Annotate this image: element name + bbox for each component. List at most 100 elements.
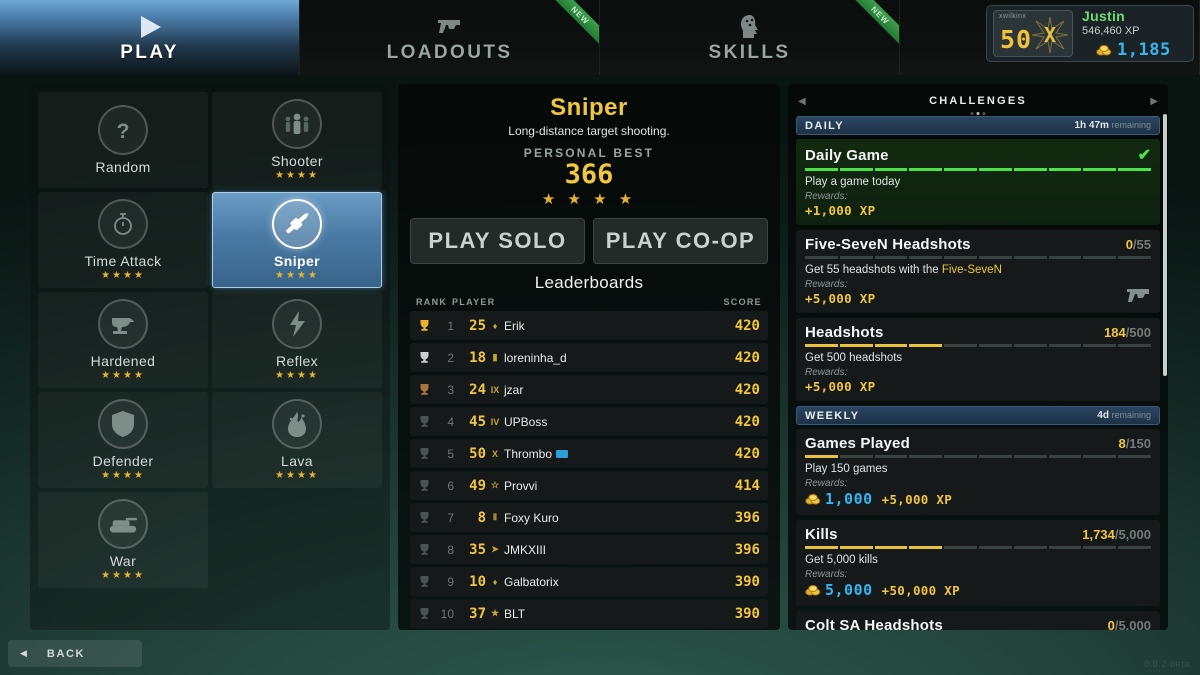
table-row[interactable]: 7 8 Ⅱ Foxy Kuro 396 — [410, 503, 768, 532]
nav-tab-play[interactable]: PLAY — [0, 0, 300, 75]
country-flag-icon — [556, 449, 569, 458]
table-row[interactable]: 2 18 ▮ loreninha_d 420 — [410, 343, 768, 372]
row-player-name: Foxy Kuro — [504, 511, 735, 525]
table-row[interactable]: 5 50 X Thrombo 420 — [410, 439, 768, 468]
challenge-card[interactable]: Daily Game ✔ Play a game today Rewards: +1,0… — [796, 139, 1160, 225]
game-mode-stars: ★★★★ — [275, 170, 319, 181]
player-profile-badge[interactable]: xwilkinx 50 X Justin 546,460 XP 1,185 — [986, 5, 1194, 62]
row-score: 390 — [734, 573, 760, 590]
challenge-card[interactable]: Headshots 184/500 Get 500 headshots Rewards… — [796, 318, 1160, 401]
play-triangle-icon — [133, 12, 167, 40]
row-score: 420 — [734, 445, 760, 462]
challenges-header: ◀ CHALLENGES ▶ — [796, 90, 1160, 115]
question-mark-icon: ? — [98, 104, 148, 155]
row-score: 420 — [734, 413, 760, 430]
table-row[interactable]: 1 25 ♦ Erik 420 — [410, 311, 768, 340]
game-mode-sniper[interactable]: Sniper ★★★★ — [212, 192, 382, 288]
prev-page-arrow-icon[interactable]: ◀ — [798, 96, 806, 107]
row-rank: 1 — [447, 318, 454, 333]
time-value: 1h 47m — [1074, 120, 1109, 131]
rewards-label: Rewards: — [805, 367, 848, 378]
game-mode-reflex[interactable]: Reflex ★★★★ — [212, 292, 382, 388]
rewards-row: +5,000 XP — [805, 379, 1151, 394]
rewards-label: Rewards: — [805, 569, 848, 580]
description-text: Get 55 headshots with the — [805, 264, 942, 276]
game-mode-label: Reflex — [275, 353, 319, 369]
lightning-bolt-icon — [272, 299, 322, 349]
trophy-icon — [418, 383, 433, 396]
row-level: 35 — [469, 541, 486, 558]
game-mode-label: War — [109, 553, 137, 569]
nav-tab-skills[interactable]: NEW SKILLS — [600, 0, 900, 75]
table-row[interactable]: 9 10 ♦ Galbatorix 390 — [410, 567, 768, 596]
nav-tab-label: PLAY — [120, 41, 179, 63]
trophy-icon — [418, 575, 433, 588]
row-rank: 2 — [447, 350, 454, 365]
challenge-card[interactable]: Kills 1,734/5,000 Get 5,000 kills Rewards: 5… — [796, 520, 1160, 606]
game-mode-label: Hardened — [90, 353, 156, 369]
nav-tab-loadouts[interactable]: NEW LOADOUTS — [300, 0, 600, 75]
game-mode-defender[interactable]: Defender ★★★★ — [38, 392, 208, 488]
row-rank: 6 — [447, 478, 454, 493]
row-rank: 4 — [447, 414, 454, 429]
challenges-scrollbar[interactable] — [1163, 114, 1167, 376]
row-level: 18 — [469, 349, 486, 366]
challenge-progress: 0/55 — [1126, 237, 1151, 252]
reward-xp: +5,000 XP — [805, 291, 876, 306]
row-badge-icon: ➤ — [491, 544, 499, 554]
challenge-description: Play a game today — [805, 176, 1151, 188]
progress-total: /150 — [1125, 436, 1151, 451]
time-suffix: remaining — [1111, 120, 1151, 130]
back-label: BACK — [46, 647, 86, 660]
rewards-label: Rewards: — [805, 478, 848, 489]
row-player-name: Erik — [504, 319, 735, 333]
progress-bar — [805, 168, 1151, 171]
game-mode-shooter[interactable]: Shooter ★★★★ — [212, 92, 382, 188]
progress-bar — [805, 455, 1151, 458]
game-mode-label: Defender — [92, 453, 154, 469]
game-mode-lava[interactable]: Lava ★★★★ — [212, 392, 382, 488]
game-mode-war[interactable]: War ★★★★ — [38, 492, 208, 588]
challenge-progress: 1,734/5,000 — [1082, 527, 1151, 542]
progress-total: /500 — [1125, 325, 1151, 340]
progress-bar — [805, 344, 1151, 347]
pistol-icon — [1124, 281, 1154, 309]
row-player-name: Thrombo — [504, 447, 735, 461]
play-coop-button[interactable]: PLAY CO-OP — [593, 218, 768, 264]
player-name-text: Foxy Kuro — [504, 510, 559, 525]
reward-coins-amount: 1,000 — [825, 490, 873, 508]
table-row[interactable]: 4 45 IV UPBoss 420 — [410, 407, 768, 436]
game-mode-time-attack[interactable]: Time Attack ★★★★ — [38, 192, 208, 288]
play-solo-button[interactable]: PLAY SOLO — [410, 218, 585, 264]
player-name-text: Thrombo — [504, 446, 553, 461]
reward-coins: 1,000 — [805, 490, 873, 508]
challenge-card[interactable]: Colt SA Headshots0/5,000Get 5,000 headsh… — [796, 611, 1160, 630]
row-level: 25 — [469, 317, 486, 334]
row-rank: 10 — [440, 606, 454, 621]
game-mode-hardened[interactable]: Hardened ★★★★ — [38, 292, 208, 388]
back-arrow-icon: ◀ — [20, 648, 27, 658]
table-row[interactable]: 10 37 ★ BLT 390 — [410, 599, 768, 628]
row-score: 396 — [734, 541, 760, 558]
challenge-progress: 184/500 — [1104, 325, 1151, 340]
lava-splash-icon — [272, 399, 322, 449]
game-mode-label: Time Attack — [84, 253, 162, 269]
game-mode-random[interactable]: ? Random — [38, 92, 208, 188]
row-score: 414 — [734, 477, 760, 494]
challenge-card[interactable]: Games Played 8/150 Play 150 games Rewards: 1… — [796, 429, 1160, 515]
column-player: PLAYER — [452, 297, 496, 307]
row-level: 24 — [469, 381, 486, 398]
challenge-card[interactable]: Five-SeveN Headshots 0/55 Get 55 headshots… — [796, 230, 1160, 313]
back-button[interactable]: ◀ BACK — [8, 640, 142, 667]
challenges-title: CHALLENGES — [929, 95, 1027, 107]
game-mode-stars: ★★★★ — [101, 570, 145, 581]
table-row[interactable]: 6 49 ☆ Provvi 414 — [410, 471, 768, 500]
next-page-arrow-icon[interactable]: ▶ — [1150, 96, 1158, 107]
challenge-description: Get 5,000 kills — [805, 554, 1151, 566]
row-badge-icon: ♦ — [492, 576, 498, 587]
challenge-name: Headshots — [805, 324, 884, 341]
row-badge-icon: ▮ — [492, 352, 498, 362]
table-row[interactable]: 8 35 ➤ JMKXIII 396 — [410, 535, 768, 564]
table-row[interactable]: 3 24 IX jzar 420 — [410, 375, 768, 404]
row-player-name: Galbatorix — [504, 575, 735, 589]
